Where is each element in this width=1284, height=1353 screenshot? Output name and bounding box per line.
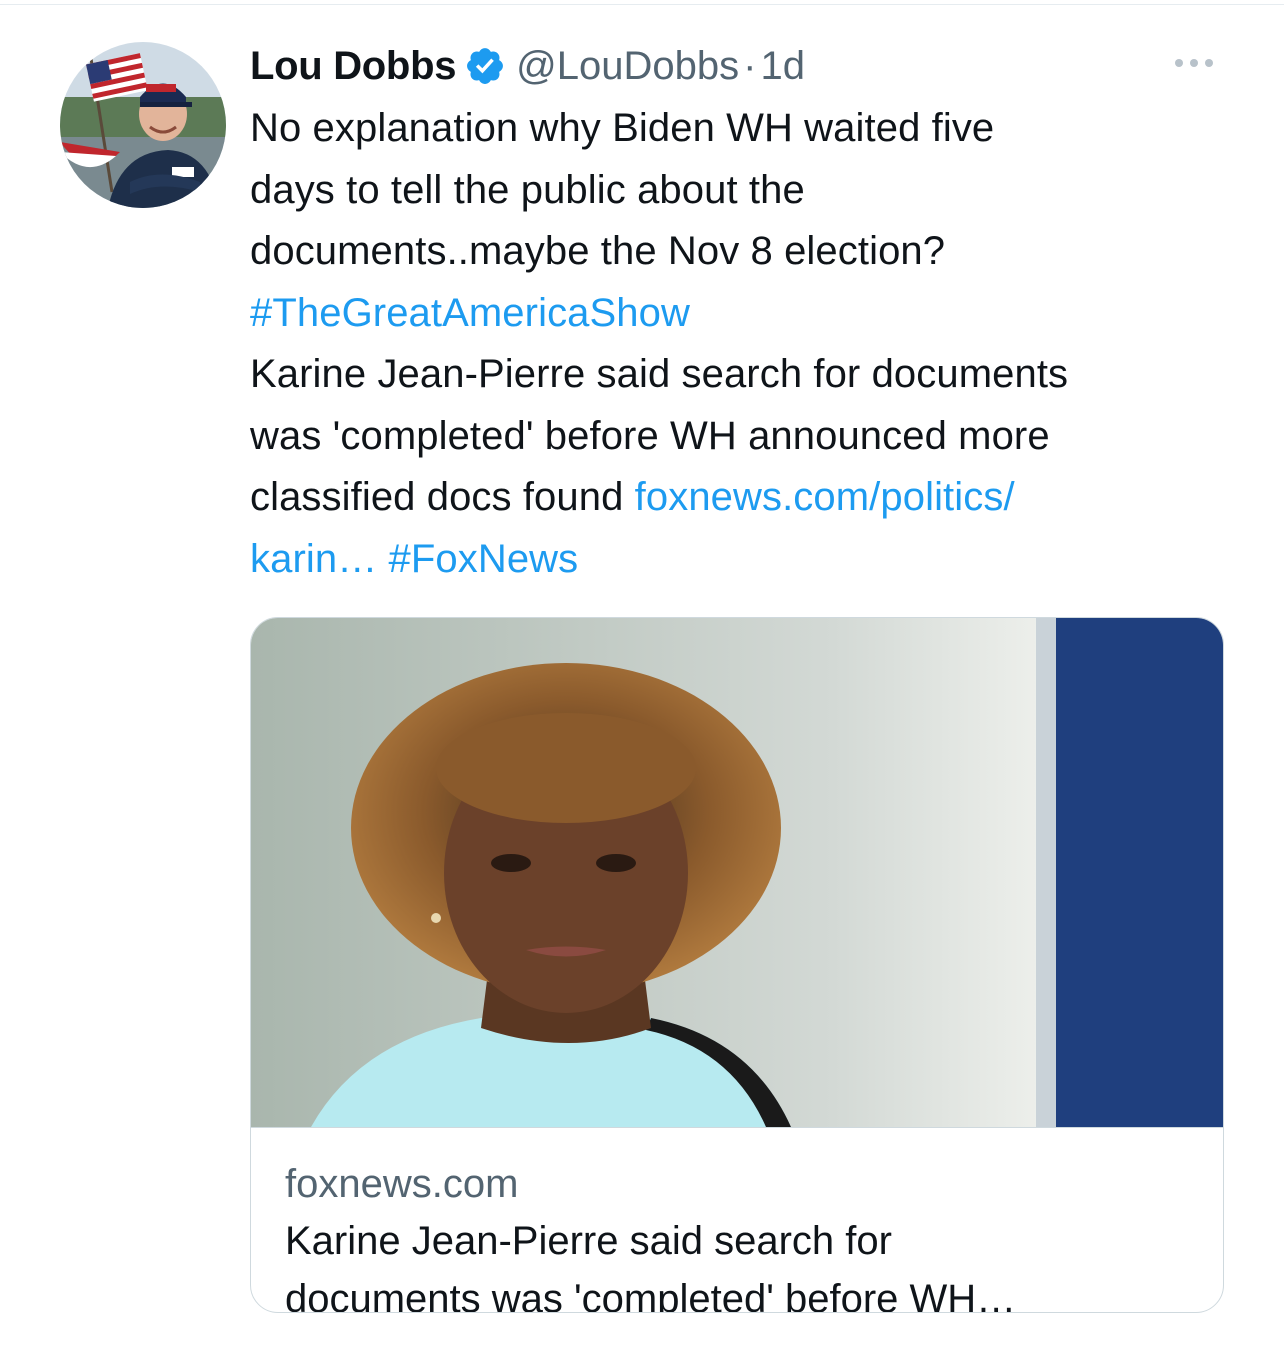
tweet-text-line: #TheGreatAmericaShow bbox=[250, 283, 1240, 345]
tweet-timestamp[interactable]: 1d bbox=[760, 44, 805, 89]
url-and-hashtag-link[interactable]: karin… #FoxNews bbox=[250, 537, 578, 581]
more-dots-icon[interactable] bbox=[1172, 56, 1216, 70]
tweet-text-segment: documents..maybe the Nov 8 election? bbox=[250, 229, 946, 273]
author-handle[interactable]: @LouDobbs bbox=[516, 44, 739, 89]
tweet-text-line: documents..maybe the Nov 8 election? bbox=[250, 221, 1240, 283]
tweet-text-line: Karine Jean-Pierre said search for docum… bbox=[250, 344, 1240, 406]
card-title: Karine Jean-Pierre said search for docum… bbox=[285, 1212, 1189, 1313]
card-title-line: documents was 'completed' before WH… bbox=[285, 1277, 1017, 1313]
card-image[interactable] bbox=[251, 618, 1223, 1127]
author-name[interactable]: Lou Dobbs bbox=[250, 44, 456, 89]
card-body: foxnews.com Karine Jean-Pierre said sear… bbox=[251, 1128, 1223, 1313]
tweet-text-line: days to tell the public about the bbox=[250, 160, 1240, 222]
link-preview-card[interactable]: foxnews.com Karine Jean-Pierre said sear… bbox=[250, 617, 1224, 1313]
separator-dot: · bbox=[743, 43, 757, 88]
hashtag-link[interactable]: #TheGreatAmericaShow bbox=[250, 291, 690, 335]
card-title-line: Karine Jean-Pierre said search for bbox=[285, 1219, 892, 1263]
tweet-text-segment: classified docs found bbox=[250, 475, 635, 519]
tweet-text-line: classified docs found foxnews.com/politi… bbox=[250, 467, 1240, 529]
top-divider bbox=[0, 4, 1284, 5]
card-domain: foxnews.com bbox=[285, 1162, 519, 1206]
avatar-photo bbox=[60, 42, 226, 208]
tweet-text-line: was 'completed' before WH announced more bbox=[250, 406, 1240, 468]
tweet-text: No explanation why Biden WH waited five … bbox=[250, 98, 1240, 590]
tweet-text-segment: Karine Jean-Pierre said search for docum… bbox=[250, 352, 1069, 396]
avatar[interactable] bbox=[60, 42, 226, 208]
tweet-text-segment: days to tell the public about the bbox=[250, 167, 805, 212]
tweet-header: Lou Dobbs @LouDobbs · 1d bbox=[250, 36, 1240, 96]
tweet[interactable]: Lou Dobbs @LouDobbs · 1d No explanation … bbox=[250, 36, 1240, 590]
tweet-text-segment: No explanation why Biden WH waited five bbox=[250, 106, 995, 150]
verified-badge-icon bbox=[464, 45, 506, 87]
tweet-text-line: karin… #FoxNews bbox=[250, 529, 1240, 591]
tweet-text-line: No explanation why Biden WH waited five bbox=[250, 98, 1240, 160]
article-url-link[interactable]: foxnews.com/politics/ bbox=[635, 475, 1015, 519]
tweet-text-segment: was 'completed' before WH announced more bbox=[250, 413, 1050, 458]
